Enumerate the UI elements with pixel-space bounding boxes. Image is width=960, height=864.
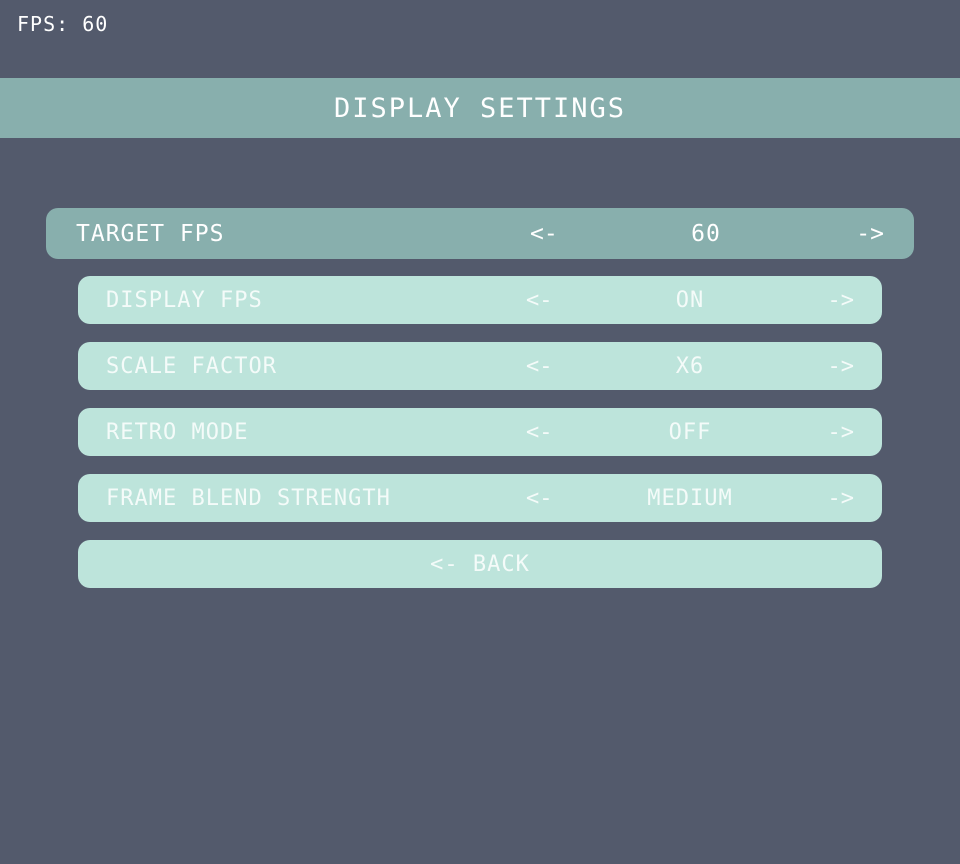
setting-value: 60 (691, 220, 721, 247)
back-button[interactable]: <- BACK (78, 540, 882, 588)
setting-label: DISPLAY FPS (106, 287, 263, 313)
setting-row-retro-mode[interactable]: RETRO MODE <- OFF -> (78, 408, 882, 456)
setting-value: ON (675, 287, 705, 313)
setting-label: TARGET FPS (76, 220, 225, 247)
setting-label: FRAME BLEND STRENGTH (106, 485, 391, 511)
right-arrow-button[interactable]: -> (828, 420, 855, 445)
setting-label: RETRO MODE (106, 419, 249, 445)
setting-value: OFF (668, 419, 712, 445)
right-arrow-button[interactable]: -> (828, 486, 855, 511)
right-arrow-button[interactable]: -> (856, 221, 884, 247)
left-arrow-button[interactable]: <- (530, 221, 558, 247)
setting-row-display-fps[interactable]: DISPLAY FPS <- ON -> (78, 276, 882, 324)
setting-label: SCALE FACTOR (106, 353, 277, 379)
right-arrow-button[interactable]: -> (828, 288, 855, 313)
page-title: DISPLAY SETTINGS (333, 92, 627, 124)
back-button-label: <- BACK (430, 551, 530, 577)
left-arrow-button[interactable]: <- (526, 486, 553, 511)
setting-row-target-fps[interactable]: TARGET FPS <- 60 -> (46, 208, 914, 259)
setting-value: MEDIUM (647, 485, 733, 511)
setting-row-frame-blend-strength[interactable]: FRAME BLEND STRENGTH <- MEDIUM -> (78, 474, 882, 522)
setting-row-scale-factor[interactable]: SCALE FACTOR <- X6 -> (78, 342, 882, 390)
left-arrow-button[interactable]: <- (526, 288, 553, 313)
fps-counter: FPS: 60 (17, 12, 109, 36)
left-arrow-button[interactable]: <- (526, 420, 553, 445)
setting-value: X6 (675, 353, 705, 379)
left-arrow-button[interactable]: <- (526, 354, 553, 379)
header-bar: DISPLAY SETTINGS (0, 78, 960, 138)
right-arrow-button[interactable]: -> (828, 354, 855, 379)
